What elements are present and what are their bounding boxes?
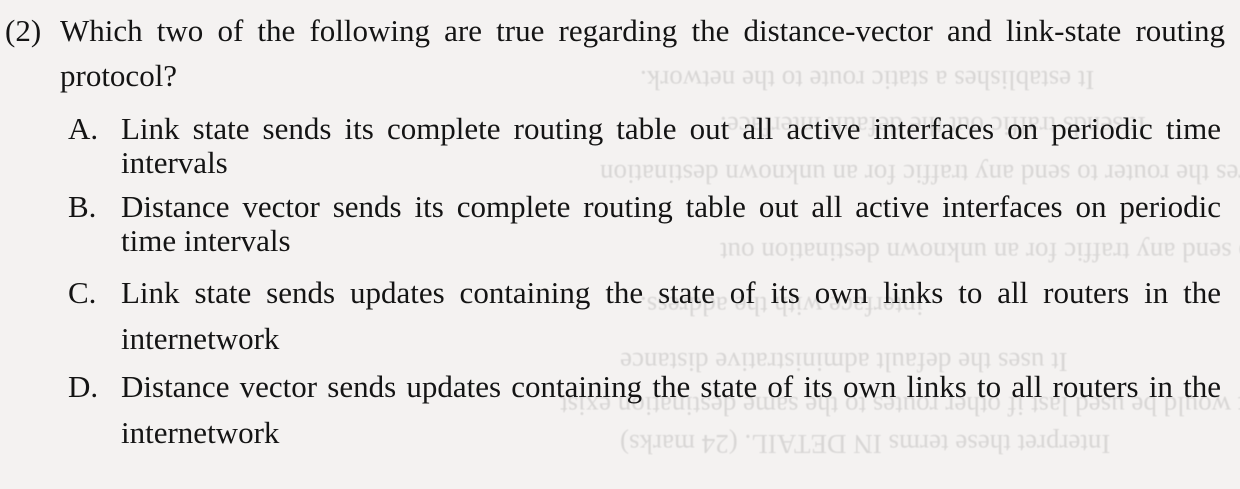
option-text: Link state sends its complete routing ta… bbox=[121, 111, 1221, 180]
option-d: D. Distance vector sends updates contain… bbox=[0, 364, 1240, 456]
option-letter: B. bbox=[68, 189, 97, 224]
option-text: Link state sends updates containing the … bbox=[121, 275, 1221, 356]
option-letter: C. bbox=[68, 275, 97, 310]
question-block: (2) Which two of the following are true … bbox=[0, 8, 1240, 456]
option-c: C. Link state sends updates containing t… bbox=[0, 270, 1240, 362]
option-text: Distance vector sends updates containing… bbox=[121, 369, 1221, 450]
option-letter: D. bbox=[68, 369, 99, 404]
question-number: (2) bbox=[5, 13, 42, 48]
question-text: Which two of the following are true rega… bbox=[60, 13, 1225, 93]
option-letter: A. bbox=[68, 111, 99, 146]
option-b: B. Distance vector sends its complete ro… bbox=[0, 190, 1240, 258]
question-header: (2) Which two of the following are true … bbox=[0, 8, 1240, 98]
option-a: A. Link state sends its complete routing… bbox=[0, 112, 1240, 180]
option-text: Distance vector sends its complete routi… bbox=[121, 189, 1221, 258]
